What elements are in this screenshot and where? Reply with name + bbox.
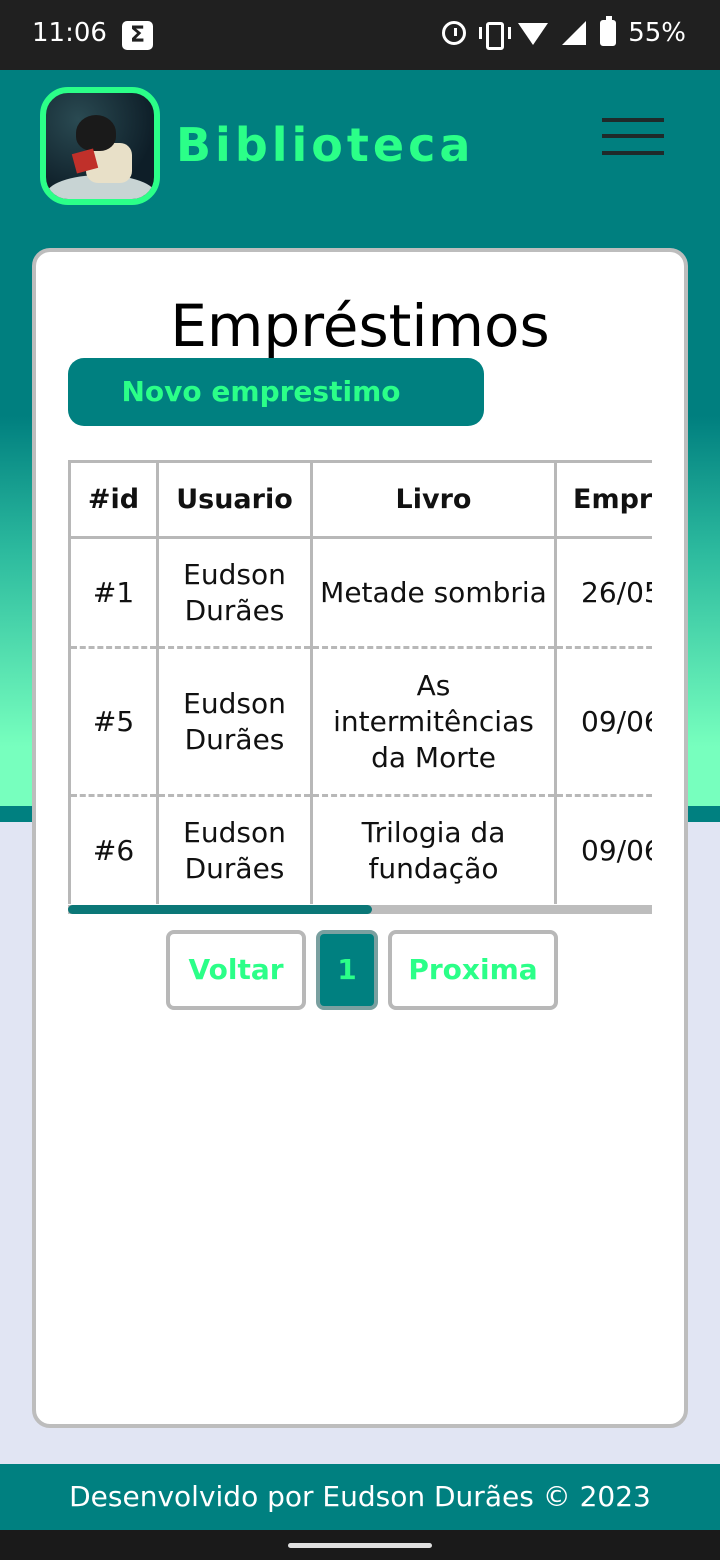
cell-book: As intermitências da Morte [310, 646, 557, 797]
cell-date: 26/05 [554, 536, 652, 649]
table-row[interactable]: #6 Eudson Durães Trilogia da fundação 09… [68, 794, 652, 904]
table-row[interactable]: #1 Eudson Durães Metade sombria 26/05 [68, 536, 652, 649]
scrollbar-thumb[interactable] [68, 905, 372, 914]
content-card: Empréstimos Novo emprestimo #id Usuario … [32, 248, 688, 1428]
next-page-button[interactable]: Proxima [388, 930, 558, 1010]
brand-title[interactable]: Biblioteca [176, 118, 474, 172]
status-icons: 55% [442, 16, 686, 50]
logo-figure [76, 115, 116, 151]
table-header-row: #id Usuario Livro Empr [68, 460, 652, 539]
cell-user: Eudson Durães [156, 536, 313, 649]
cell-date: 09/06 [554, 646, 652, 797]
signal-icon [560, 19, 588, 47]
menu-line [602, 134, 664, 138]
previous-page-button[interactable]: Voltar [166, 930, 306, 1010]
page-title: Empréstimos [170, 292, 550, 360]
cell-book: Metade sombria [310, 536, 557, 649]
cell-user: Eudson Durães [156, 794, 313, 904]
hamburger-menu-icon[interactable] [602, 118, 664, 158]
status-bar: 11:06 Σ 55% [0, 0, 720, 70]
cell-id: #1 [68, 536, 159, 649]
menu-line [602, 118, 664, 122]
header-book: Livro [310, 460, 557, 539]
loans-table: #id Usuario Livro Empr #1 Eudson Durães … [68, 460, 652, 904]
cell-date: 09/06 [554, 794, 652, 904]
header-date: Empr [554, 460, 652, 539]
current-page-button[interactable]: 1 [316, 930, 378, 1010]
cell-book: Trilogia da fundação [310, 794, 557, 904]
cell-id: #5 [68, 646, 159, 797]
vibrate-icon [478, 19, 512, 50]
sigma-icon: Σ [122, 21, 153, 50]
menu-line [602, 151, 664, 155]
app-logo[interactable] [40, 87, 160, 205]
status-time: 11:06 [32, 18, 107, 48]
horizontal-scrollbar[interactable] [68, 905, 652, 914]
system-nav-bar [0, 1530, 720, 1560]
alarm-icon [442, 21, 467, 45]
header-id: #id [68, 460, 159, 539]
wifi-icon [518, 21, 549, 45]
cell-user: Eudson Durães [156, 646, 313, 797]
cell-id: #6 [68, 794, 159, 904]
loans-table-scroll[interactable]: #id Usuario Livro Empr #1 Eudson Durães … [68, 460, 652, 904]
pagination: Voltar 1 Proxima [166, 930, 558, 1010]
home-gesture-pill[interactable] [288, 1543, 432, 1548]
table-row[interactable]: #5 Eudson Durães As intermitências da Mo… [68, 646, 652, 797]
battery-percent: 55% [628, 18, 686, 48]
battery-icon [600, 16, 617, 46]
new-loan-button[interactable]: Novo emprestimo [68, 358, 484, 426]
footer: Desenvolvido por Eudson Durães © 2023 [0, 1464, 720, 1530]
header-user: Usuario [156, 460, 313, 539]
